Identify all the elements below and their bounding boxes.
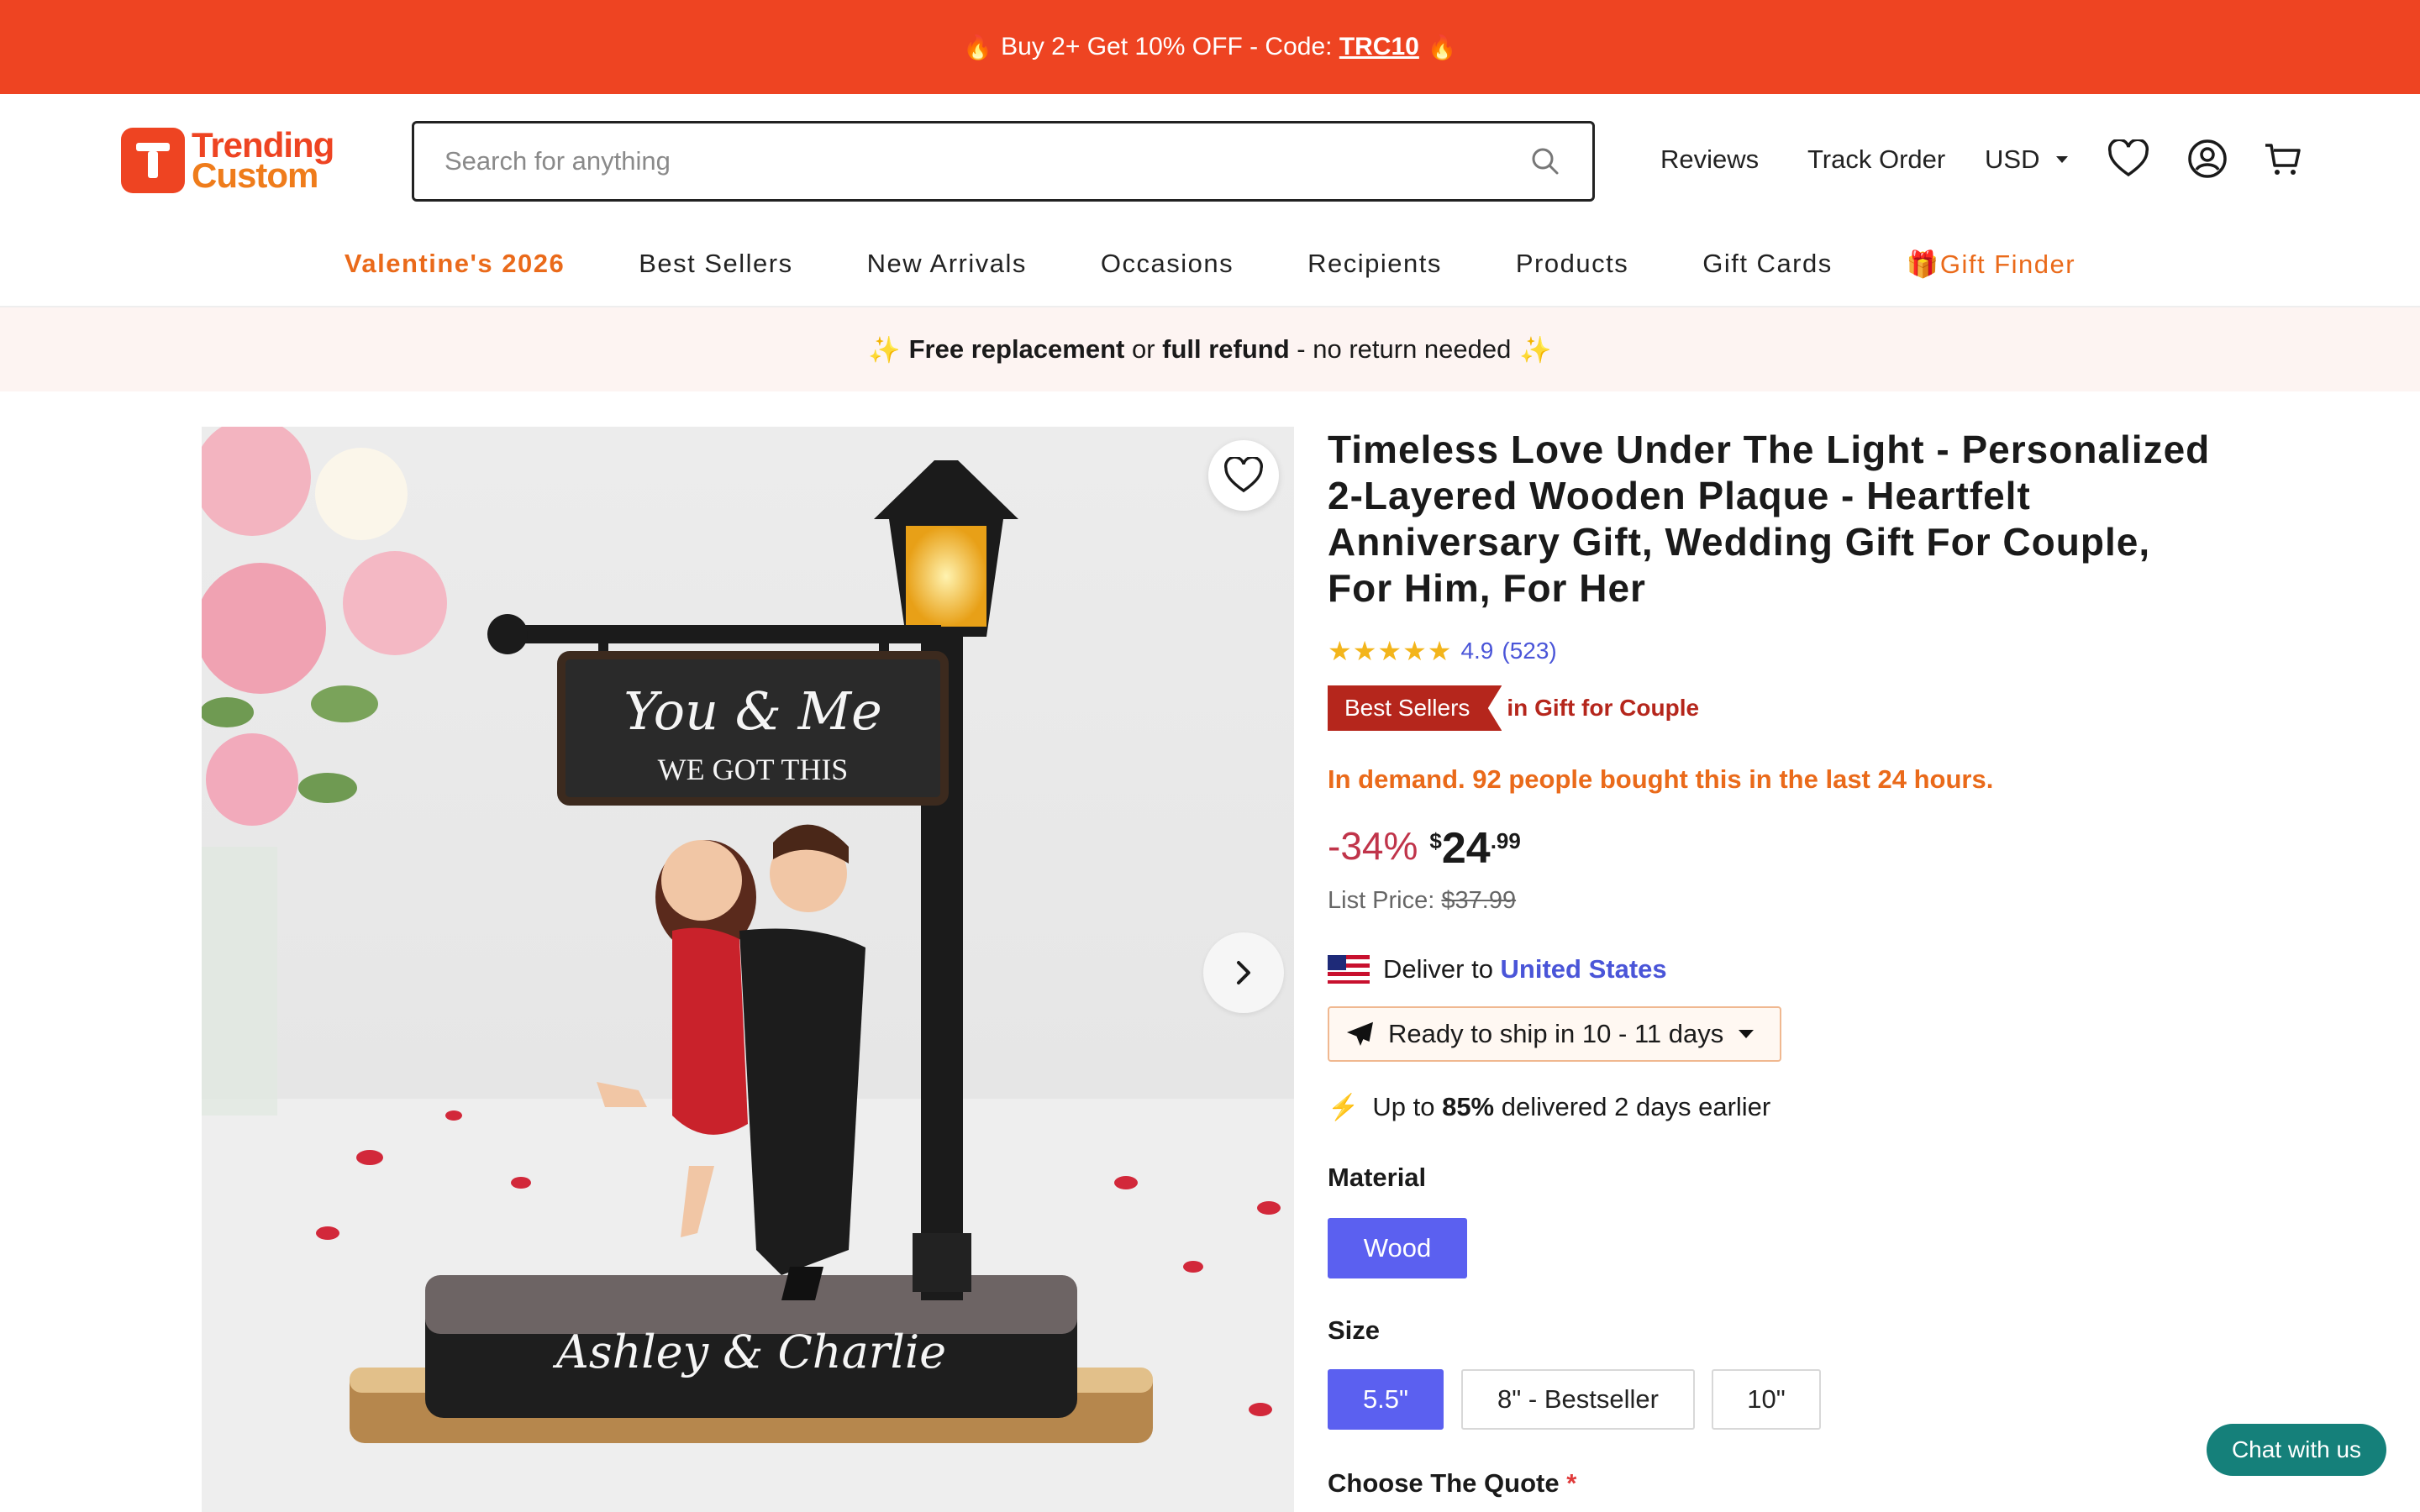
rating-value: 4.9 (1460, 638, 1494, 664)
deliver-to: Deliver to United States (1328, 954, 1667, 984)
assurance-text: Free replacement or full refund - no ret… (908, 334, 1512, 364)
search-input[interactable] (445, 146, 1528, 176)
nav-best-sellers[interactable]: Best Sellers (602, 249, 829, 279)
sign-text-line2: WE GOT THIS (658, 753, 849, 786)
sign-text-line1: You & Me (623, 680, 882, 742)
promo-banner: 🔥 Buy 2+ Get 10% OFF - Code: TRC10 🔥 (0, 0, 2420, 94)
sale-price: $24.99 (1429, 824, 1521, 873)
fire-icon: 🔥 (963, 34, 993, 60)
track-order-link[interactable]: Track Order (1807, 144, 1945, 175)
price-row: -34% $24.99 (1328, 823, 1521, 874)
nav-new-arrivals[interactable]: New Arrivals (830, 249, 1064, 279)
material-option-wood[interactable]: Wood (1328, 1218, 1467, 1278)
size-option-10[interactable]: 10" (1712, 1369, 1821, 1430)
best-seller-badge-row: Best Sellers in Gift for Couple (1328, 685, 1699, 731)
fast-delivery-note: ⚡ Up to 85% delivered 2 days earlier (1328, 1092, 1771, 1121)
product-info: Timeless Love Under The Light - Personal… (1328, 427, 2218, 1498)
wishlist-button[interactable] (1208, 440, 1279, 511)
nav-gift-finder[interactable]: 🎁Gift Finder (1870, 249, 2112, 280)
promo-code[interactable]: TRC10 (1339, 33, 1419, 60)
sparkle-icon: ✨ (1519, 334, 1552, 365)
product-image[interactable]: You & Me WE GOT THIS Ashley & Charlie (202, 427, 1294, 1512)
currency-selector[interactable]: USD (1985, 144, 2070, 175)
site-logo[interactable]: Trending Custom (121, 128, 334, 193)
chevron-down-icon (2056, 156, 2069, 163)
nav-gift-cards[interactable]: Gift Cards (1665, 249, 1870, 279)
star-rating: ★★★★★ (1328, 636, 1453, 666)
nav-valentines[interactable]: Valentine's 2026 (308, 249, 602, 279)
list-price: List Price: $37.99 (1328, 887, 1517, 914)
product-photo: You & Me WE GOT THIS Ashley & Charlie (202, 427, 1294, 1512)
sparkle-icon: ✨ (868, 334, 901, 365)
best-seller-badge: Best Sellers (1328, 685, 1502, 731)
discount-percent: -34% (1328, 824, 1418, 868)
site-header: Trending Custom Reviews Track Order USD (0, 94, 2420, 212)
rating-summary[interactable]: ★★★★★ 4.9 (523) (1328, 635, 1557, 667)
fire-icon: 🔥 (1427, 34, 1457, 60)
heart-icon[interactable] (2106, 136, 2151, 181)
chat-button[interactable]: Chat with us (2207, 1424, 2386, 1476)
chevron-down-icon (1739, 1030, 1754, 1038)
nav-recipients[interactable]: Recipients (1270, 249, 1479, 279)
bolt-icon: ⚡ (1328, 1093, 1360, 1121)
user-icon[interactable] (2185, 136, 2230, 181)
size-option-8[interactable]: 8" - Bestseller (1461, 1369, 1695, 1430)
nav-products[interactable]: Products (1479, 249, 1665, 279)
search-bar (412, 121, 1595, 202)
material-label: Material (1328, 1163, 1427, 1192)
category-nav: Valentine's 2026 Best Sellers New Arriva… (0, 234, 2420, 294)
shipping-estimate-dropdown[interactable]: Ready to ship in 10 - 11 days (1328, 1006, 1781, 1062)
demand-notice: In demand. 92 people bought this in the … (1328, 764, 1994, 794)
us-flag-icon (1328, 955, 1370, 984)
size-option-5-5[interactable]: 5.5" (1328, 1369, 1444, 1430)
next-image-button[interactable] (1203, 932, 1284, 1013)
cart-icon[interactable] (2260, 136, 2306, 181)
chevron-right-icon (1237, 961, 1250, 984)
nav-occasions[interactable]: Occasions (1064, 249, 1270, 279)
base-engraving: Ashley & Charlie (552, 1326, 946, 1378)
reviews-link[interactable]: Reviews (1660, 144, 1759, 175)
gift-icon: 🎁 (1906, 249, 1940, 279)
plane-icon (1346, 1021, 1373, 1046)
review-count: (523) (1502, 638, 1557, 664)
product-title: Timeless Love Under The Light - Personal… (1328, 428, 2211, 610)
heart-icon (1224, 457, 1263, 493)
best-seller-category[interactable]: in Gift for Couple (1507, 695, 1699, 722)
size-label: Size (1328, 1315, 1381, 1345)
deliver-country-link[interactable]: United States (1501, 954, 1667, 984)
quote-label: Choose The Quote * (1328, 1468, 1577, 1498)
assurance-bar: ✨ Free replacement or full refund - no r… (0, 307, 2420, 391)
currency-label: USD (1985, 144, 2040, 174)
logo-mark-icon (121, 128, 185, 193)
search-icon[interactable] (1528, 144, 1562, 178)
logo-wordmark: Trending Custom (192, 125, 334, 195)
promo-text: Buy 2+ Get 10% OFF - Code: TRC10 (1001, 33, 1419, 60)
